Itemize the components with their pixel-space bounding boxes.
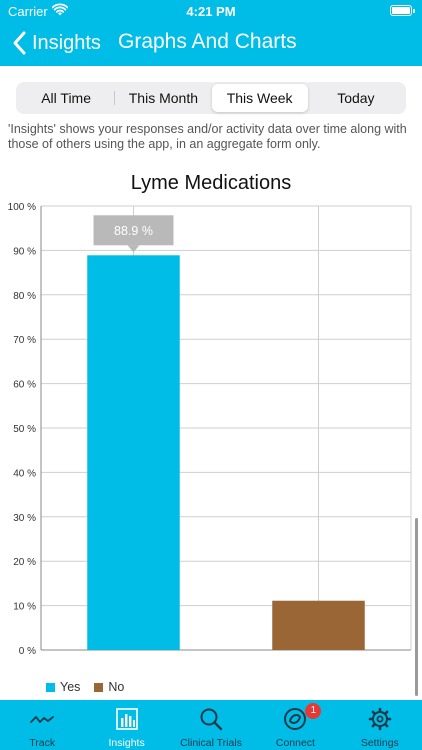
- back-button[interactable]: Insights: [10, 28, 101, 58]
- y-tick-label: 90 %: [13, 246, 36, 257]
- tab-settings[interactable]: Settings: [338, 700, 422, 750]
- segment-label: This Month: [128, 90, 198, 106]
- legend-swatch-yes: [46, 682, 55, 692]
- bar-no: [272, 600, 365, 650]
- segment-label: Today: [337, 90, 375, 106]
- tab-label: Track: [29, 737, 56, 749]
- segment-label: All Time: [41, 90, 92, 106]
- time-range-segmented-control: All Time This Month This Week Today: [16, 82, 406, 114]
- legend-swatch-no: [94, 682, 104, 692]
- legend-label-no: No: [108, 680, 125, 694]
- chevron-left-icon: [13, 31, 26, 55]
- segment-this-month[interactable]: This Month: [115, 84, 211, 112]
- tooltip-value: 88.9 %: [114, 224, 153, 238]
- tab-label: Connect: [275, 737, 315, 749]
- y-tick-label: 20 %: [13, 557, 36, 568]
- y-tick-label: 50 %: [13, 424, 36, 435]
- app-header: Carrier 4:21 PM Insights Graphs And Char…: [0, 0, 422, 66]
- tab-label: Settings: [360, 737, 399, 749]
- y-tick-label: 10 %: [13, 602, 36, 613]
- chart-title: Lyme Medications: [130, 172, 292, 194]
- tab-clinical-trials[interactable]: Clinical Trials: [169, 700, 253, 750]
- segment-today[interactable]: Today: [308, 84, 404, 112]
- bar-chart-icon: [115, 708, 138, 730]
- tab-connect[interactable]: 1 Connect: [253, 700, 337, 750]
- y-tick-label: 80 %: [13, 291, 36, 302]
- bar-yes: [87, 255, 180, 650]
- segment-this-week[interactable]: This Week: [211, 84, 308, 112]
- battery-icon: [390, 5, 415, 16]
- tab-track[interactable]: Track: [0, 700, 84, 750]
- segment-all-time[interactable]: All Time: [18, 84, 114, 112]
- status-time: 4:21 PM: [186, 4, 236, 19]
- bar-chart: 0 % 10 % 20 % 30 % 40 % 50 % 60 % 70 % 80 % 90 % 1…: [8, 202, 412, 657]
- y-tick-label: 0 %: [19, 646, 36, 657]
- tab-label: Clinical Trials: [180, 737, 242, 749]
- tooltip-pointer: [127, 245, 140, 253]
- search-icon: [200, 708, 223, 731]
- gear-icon: [368, 707, 392, 731]
- y-tick-label: 40 %: [13, 468, 36, 479]
- legend-label-yes: Yes: [60, 680, 81, 694]
- insights-description: 'Insights' shows your responses and/or a…: [8, 122, 407, 151]
- tab-insights[interactable]: Insights: [84, 700, 168, 750]
- y-tick-label: 70 %: [13, 335, 36, 346]
- back-label: Insights: [32, 31, 101, 54]
- scrollbar[interactable]: [415, 518, 418, 696]
- chart-legend: Yes No: [46, 680, 138, 694]
- page-title: Graphs And Charts: [118, 30, 297, 53]
- tab-label: Insights: [108, 737, 145, 749]
- y-tick-label: 30 %: [13, 513, 36, 524]
- y-tick-label: 60 %: [13, 380, 36, 391]
- legend-item-no: No: [94, 680, 124, 694]
- segment-label: This Week: [226, 90, 293, 106]
- track-wave-icon: [30, 716, 55, 723]
- y-tick-label: 100 %: [8, 202, 36, 213]
- status-bar: Carrier 4:21 PM: [0, 0, 422, 22]
- tab-bar: Track Insights Clinical Trials 1 Connect: [0, 700, 422, 750]
- notification-badge: 1: [305, 703, 322, 719]
- legend-item-yes: Yes: [46, 680, 80, 694]
